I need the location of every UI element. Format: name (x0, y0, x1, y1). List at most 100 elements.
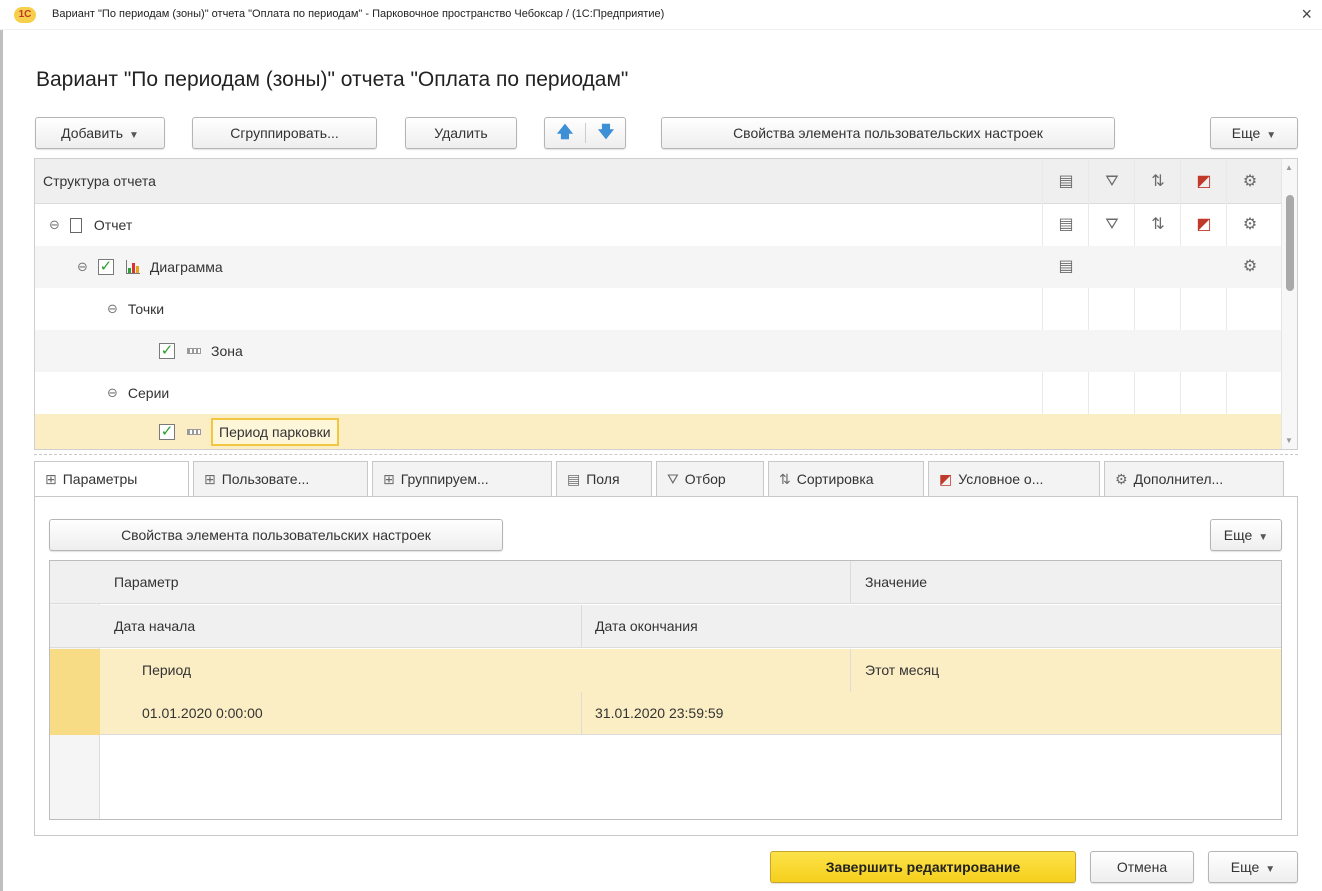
column-header-start-date: Дата начала (114, 618, 196, 634)
panel-user-settings-button[interactable]: Свойства элемента пользовательских настр… (49, 519, 503, 551)
grouping-icon: ⊞ (383, 471, 395, 487)
tab-label: Дополнител... (1133, 471, 1224, 487)
table-header-row: Параметр Значение (50, 561, 1281, 604)
window-title: Вариант "По периодам (зоны)" отчета "Опл… (52, 8, 665, 20)
table-row[interactable]: Период Этот месяц (50, 649, 1281, 692)
fields-icon: ▤ (567, 471, 581, 487)
row-marker (50, 692, 100, 735)
tab-label: Параметры (62, 471, 138, 487)
tab-label: Сортировка (796, 471, 874, 487)
cell-end-date[interactable]: 31.01.2020 23:59:59 (595, 692, 723, 735)
collapse-icon[interactable]: ⊖ (77, 259, 88, 275)
footer-more-button[interactable]: Еще ▼ (1208, 851, 1298, 883)
parameters-icon: ⊞ (45, 471, 57, 487)
fields-icon[interactable]: ▤ (1043, 204, 1089, 246)
tab-label: Отбор (684, 471, 726, 487)
arrow-up-icon[interactable]: 🡅 (545, 118, 585, 148)
tab-filter[interactable]: ⛛ Отбор (656, 461, 764, 497)
tab-sort[interactable]: ⇅ Сортировка (768, 461, 924, 497)
cancel-button[interactable]: Отмена (1090, 851, 1194, 883)
sort-icon[interactable]: ⇅ (1135, 204, 1181, 246)
checkbox[interactable]: ✓ (97, 259, 114, 275)
document-icon (69, 217, 82, 233)
checkbox[interactable]: ✓ (159, 343, 175, 359)
extra-settings-icon[interactable]: ⚙ (1227, 204, 1273, 246)
table-row[interactable]: 01.01.2020 0:00:00 31.01.2020 23:59:59 (50, 692, 1281, 735)
page-title: Вариант "По периодам (зоны)" отчета "Опл… (36, 68, 629, 91)
column-divider (581, 605, 582, 648)
conditional-format-icon[interactable]: ◩ (1181, 159, 1227, 204)
add-button[interactable]: Добавить ▼ (35, 117, 165, 149)
collapse-icon[interactable]: ⊖ (107, 301, 118, 317)
tree-row-label: Зона (211, 343, 243, 359)
fields-icon[interactable]: ▤ (1043, 246, 1089, 288)
tab-fields[interactable]: ▤ Поля (556, 461, 652, 497)
chevron-down-icon: ▼ (128, 130, 139, 141)
row-marker (50, 649, 100, 692)
conditional-format-icon: ◩ (939, 471, 953, 487)
filter-icon[interactable]: ⛛ (1089, 159, 1135, 204)
tree-row-chart[interactable]: ⊖ ✓ Диаграмма ▤ ⚙ (35, 246, 1281, 288)
extra-settings-icon[interactable]: ⚙ (1227, 159, 1273, 204)
tab-label: Пользовате... (221, 471, 310, 487)
tree-row-label: Точки (127, 301, 165, 317)
conditional-format-icon[interactable]: ◩ (1181, 204, 1227, 246)
column-header-parameter: Параметр (114, 574, 179, 590)
tab-extra[interactable]: ⚙ Дополнител... (1104, 461, 1284, 497)
delete-button[interactable]: Удалить (405, 117, 517, 149)
column-divider (850, 649, 851, 692)
sort-icon[interactable]: ⇅ (1135, 159, 1181, 204)
cell-start-date[interactable]: 01.01.2020 0:00:00 (142, 692, 263, 735)
field-icon (187, 429, 201, 435)
cell-parameter[interactable]: Период (142, 649, 191, 692)
chevron-down-icon: ▼ (1266, 130, 1277, 141)
field-icon (187, 348, 201, 354)
column-header-value: Значение (865, 574, 928, 590)
cell-value[interactable]: Этот месяц (865, 649, 939, 692)
footer-more-label: Еще (1230, 859, 1260, 875)
fields-icon[interactable]: ▤ (1043, 159, 1089, 204)
app-logo: 1С (14, 7, 36, 23)
tree-row-points[interactable]: ⊖ Точки (35, 288, 1281, 330)
panel-more-label: Еще (1223, 527, 1253, 543)
checkbox[interactable]: ✓ (159, 424, 175, 440)
scroll-thumb[interactable] (1286, 195, 1294, 291)
user-settings-button[interactable]: Свойства элемента пользовательских настр… (661, 117, 1115, 149)
tree-row-label-editor[interactable]: Период парковки (211, 418, 339, 446)
scroll-down-icon[interactable]: ▼ (1285, 436, 1293, 445)
extra-settings-icon[interactable]: ⚙ (1227, 246, 1273, 288)
column-divider (850, 561, 851, 604)
close-icon[interactable]: × (1301, 4, 1312, 25)
tree-row-report[interactable]: ⊖ Отчет ▤ ⛛ ⇅ ◩ ⚙ (35, 204, 1281, 246)
collapse-icon[interactable]: ⊖ (107, 385, 118, 401)
splitter[interactable] (34, 454, 1298, 455)
tab-parameters[interactable]: ⊞ Параметры (34, 461, 189, 498)
tab-grouping[interactable]: ⊞ Группируем... (372, 461, 552, 497)
user-fields-icon: ⊞ (204, 471, 216, 487)
tree-row-label: Серии (127, 385, 170, 401)
sort-icon: ⇅ (779, 471, 791, 487)
tree-scrollbar[interactable]: ▲ ▼ (1281, 159, 1297, 449)
group-button[interactable]: Сгруппировать... (192, 117, 377, 149)
chevron-down-icon: ▼ (1265, 864, 1276, 875)
tab-user-fields[interactable]: ⊞ Пользовате... (193, 461, 368, 497)
column-header-end-date: Дата окончания (595, 618, 698, 634)
parameters-table[interactable]: Параметр Значение Дата начала Дата оконч… (49, 560, 1282, 820)
scroll-up-icon[interactable]: ▲ (1285, 163, 1293, 172)
tab-conditional-format[interactable]: ◩ Условное о... (928, 461, 1100, 497)
finish-editing-button[interactable]: Завершить редактирование (770, 851, 1076, 883)
window-titlebar: 1С Вариант "По периодам (зоны)" отчета "… (0, 0, 1322, 30)
report-structure-tree[interactable]: Структура отчета ▤ ⛛ ⇅ ◩ ⚙ ⊖ Отчет ▤ ⛛ ⇅… (34, 158, 1298, 450)
tree-row-zone[interactable]: ✓ Зона (35, 330, 1281, 372)
tree-row-parking-period[interactable]: ✓ Период парковки (35, 414, 1281, 449)
more-button[interactable]: Еще ▼ (1210, 117, 1298, 149)
filter-icon: ⛛ (667, 471, 679, 487)
collapse-icon[interactable]: ⊖ (49, 217, 60, 233)
arrow-down-icon[interactable]: 🡇 (586, 118, 626, 148)
filter-icon[interactable]: ⛛ (1089, 204, 1135, 246)
tree-header: Структура отчета ▤ ⛛ ⇅ ◩ ⚙ (35, 159, 1281, 204)
tree-row-series[interactable]: ⊖ Серии (35, 372, 1281, 414)
tree-header-label: Структура отчета (43, 173, 156, 189)
tab-label: Поля (586, 471, 620, 487)
panel-more-button[interactable]: Еще ▼ (1210, 519, 1282, 551)
